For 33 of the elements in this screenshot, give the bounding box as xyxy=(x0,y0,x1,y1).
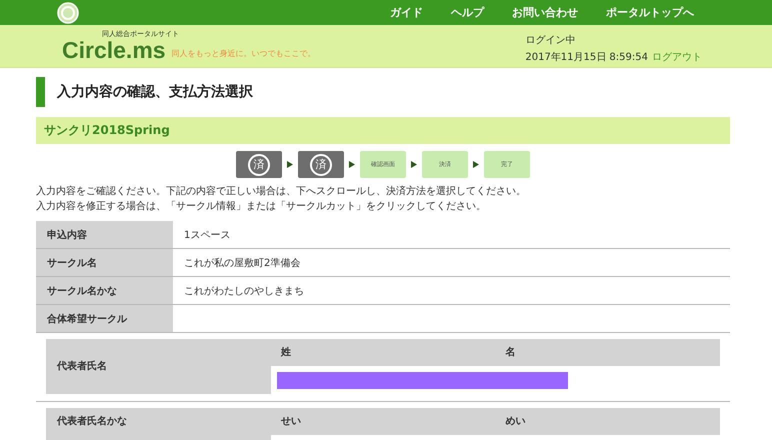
column-header: 名 xyxy=(504,346,516,360)
play-arrow-icon xyxy=(411,161,417,168)
play-arrow-icon xyxy=(287,161,293,168)
field-label: 合体希望サークル xyxy=(36,305,173,332)
field-label: サークル名 xyxy=(36,249,173,276)
play-arrow-icon xyxy=(473,161,479,168)
field-value: 1スペース xyxy=(183,228,232,242)
done-seal: 済 xyxy=(310,154,332,176)
site-logo[interactable]: Circle.ms xyxy=(62,38,166,62)
field-label: サークル名かな xyxy=(36,277,173,304)
column-header: せい xyxy=(280,415,302,429)
login-datetime: 2017年11月15日 8:59:54 xyxy=(525,50,648,64)
field-label: 申込内容 xyxy=(36,221,173,248)
instruction-text: 入力内容を修正する場合は、「サークル情報」または「サークルカット」をクリックしてください。 xyxy=(36,200,487,214)
column-header: 姓 xyxy=(280,346,292,360)
circle-logo-icon xyxy=(57,2,79,24)
field-label: 代表者氏名かな xyxy=(56,414,128,429)
nav-link[interactable]: ヘルプ xyxy=(451,5,484,20)
play-arrow-icon xyxy=(349,161,355,168)
slogan: 同人をもっと身近に。いつでもここで。 xyxy=(172,48,316,59)
column-header: めい xyxy=(504,415,526,429)
nav-link[interactable]: お問い合わせ xyxy=(512,5,578,20)
nav-link[interactable]: ガイド xyxy=(390,5,423,20)
done-seal: 済 xyxy=(248,154,270,176)
nav-link[interactable]: ポータルトップへ xyxy=(606,5,694,20)
event-title-bar: サンクリ2018Spring xyxy=(36,117,730,144)
instruction-text: 入力内容をご確認ください。下記の内容で正しい場合は、下へスクロールし、決済方法を選択してください。 xyxy=(36,184,527,199)
login-status: ログイン中 xyxy=(525,34,576,46)
logout-link[interactable]: ログアウト xyxy=(652,50,702,64)
page-title: 入力内容の確認、支払方法選択 xyxy=(36,77,730,107)
field-label: 代表者氏名 xyxy=(56,360,108,374)
field-value: これがわたしのやしきまち xyxy=(183,284,305,298)
field-value: これが私の屋敷町2準備会 xyxy=(183,256,302,270)
